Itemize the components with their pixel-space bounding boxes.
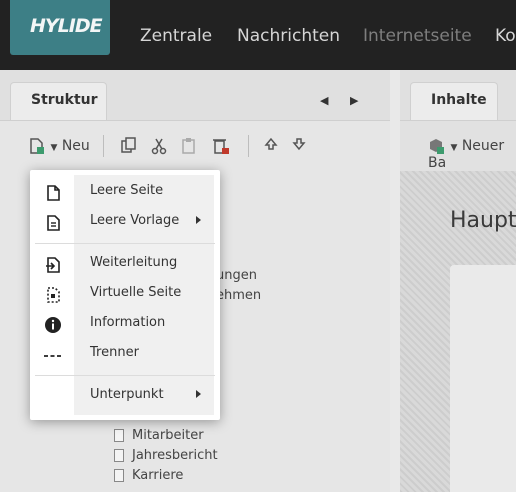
menu-item-label: Information (90, 315, 166, 330)
page-icon (114, 429, 124, 442)
paste-icon[interactable] (180, 137, 198, 159)
redirect-file-icon (46, 257, 60, 273)
logo-text: HYLIDE (30, 15, 103, 37)
menu-item-label: Trenner (90, 345, 139, 360)
nav-item-partial[interactable]: Ko (495, 26, 516, 46)
toolbar-divider (248, 135, 249, 157)
tree-item-mitarbeiter[interactable]: Mitarbeiter (114, 428, 204, 443)
page-icon (114, 449, 124, 462)
new-button-label: Neu (61, 138, 90, 154)
tree-item-label: Jahresbericht (132, 448, 218, 463)
menu-item-weiterleitung[interactable]: Weiterleitung (30, 249, 220, 279)
tree-item-karriere[interactable]: Karriere (114, 468, 183, 483)
template-file-icon (47, 215, 60, 231)
top-navigation-bar: HYLIDE Zentrale Nachrichten Internetseit… (0, 0, 516, 70)
scroll-right-icon[interactable]: ▶ (350, 94, 358, 107)
nav-item-internetseite[interactable]: Internetseite (363, 26, 472, 46)
menu-item-unterpunkt[interactable]: Unterpunkt (30, 381, 220, 411)
menu-item-leere-vorlage[interactable]: Leere Vorlage (30, 207, 220, 237)
new-page-button[interactable]: ▼ Neu (28, 137, 90, 155)
page-heading: Haupt (450, 208, 516, 233)
tree-item-label: Mitarbeiter (132, 428, 204, 443)
tab-inhalte[interactable]: Inhalte (410, 82, 498, 120)
tree-item-label: Karriere (132, 468, 184, 483)
menu-item-label: Virtuelle Seite (90, 285, 182, 300)
toolbar-divider (103, 135, 104, 157)
tab-inhalte-label: Inhalte (431, 92, 487, 108)
menu-item-label: Leere Seite (90, 183, 164, 198)
move-down-icon[interactable] (292, 137, 306, 155)
copy-icon[interactable] (120, 137, 138, 159)
structure-toolbar: ▼ Neu (0, 121, 390, 171)
content-toolbar: ▼ Neuer Ba (400, 121, 516, 171)
tree-item-jahresbericht[interactable]: Jahresbericht (114, 448, 218, 463)
content-panel: Inhalte ▼ Neuer Ba Haupt (400, 70, 516, 492)
menu-item-virtuelle-seite[interactable]: Virtuelle Seite (30, 279, 220, 309)
tab-struktur-label: Struktur (31, 92, 98, 108)
new-block-button[interactable]: ▼ Neuer Ba (428, 137, 516, 171)
new-dropdown-caret-icon: ▼ (50, 143, 58, 153)
menu-item-label: Weiterleitung (90, 255, 178, 270)
menu-item-information[interactable]: Information (30, 309, 220, 339)
menu-divider (35, 243, 215, 244)
tab-struktur[interactable]: Struktur (10, 82, 107, 120)
menu-item-label: Leere Vorlage (90, 213, 180, 228)
new-page-dropdown-menu: Leere Seite Leere Vorlage Weiterleitung … (30, 170, 220, 420)
virtual-page-icon (47, 287, 60, 303)
menu-item-label: Unterpunkt (90, 387, 164, 402)
content-tab-strip: Inhalte (400, 70, 516, 121)
logo[interactable]: HYLIDE (10, 0, 110, 55)
info-icon (45, 317, 61, 333)
submenu-arrow-icon (196, 216, 201, 224)
block-icon (430, 139, 444, 154)
submenu-arrow-icon (196, 390, 201, 398)
content-card (450, 265, 516, 492)
delete-icon[interactable] (212, 137, 230, 159)
structure-tab-strip: Struktur ◀ ▶ (0, 70, 390, 121)
tree-item-partial[interactable]: ungen (216, 268, 257, 283)
menu-divider (35, 375, 215, 376)
file-icon (47, 185, 60, 201)
nav-item-nachrichten[interactable]: Nachrichten (237, 26, 340, 46)
tree-item-partial[interactable]: ehmen (216, 288, 261, 303)
scroll-left-icon[interactable]: ◀ (320, 94, 328, 107)
nav-item-zentrale[interactable]: Zentrale (140, 26, 212, 46)
move-up-icon[interactable] (264, 137, 278, 155)
separator-dashes-icon (44, 355, 62, 357)
menu-item-trenner[interactable]: Trenner (30, 339, 220, 369)
page-icon (114, 469, 124, 482)
new-page-icon (30, 138, 44, 154)
menu-item-leere-seite[interactable]: Leere Seite (30, 177, 220, 207)
new-block-dropdown-caret-icon: ▼ (450, 143, 458, 153)
cut-icon[interactable] (150, 137, 168, 159)
